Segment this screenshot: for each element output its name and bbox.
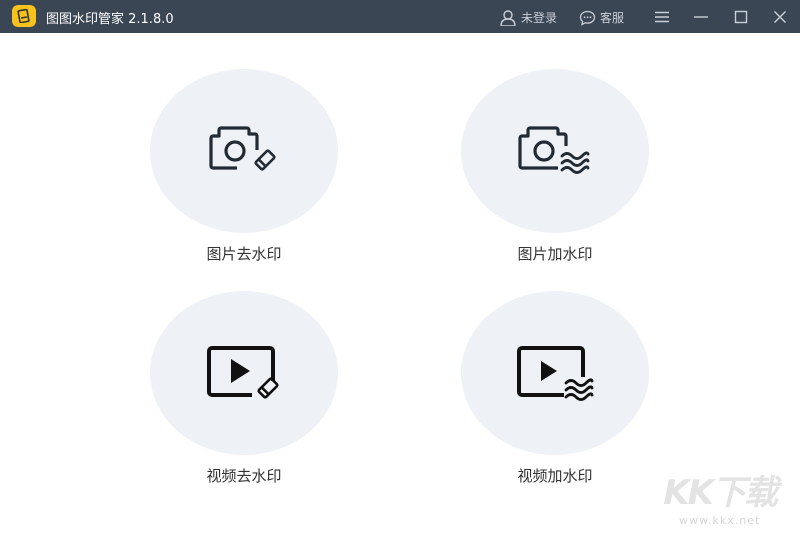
card-label: 视频加水印 (517, 467, 593, 485)
app-title: 图图水印管家 2.1.8.0 (46, 12, 174, 27)
card-circle (461, 291, 649, 455)
minimize-button[interactable] (690, 6, 712, 28)
card-label: 视频去水印 (206, 467, 282, 485)
user-icon (500, 9, 516, 26)
login-button[interactable]: 未登录 (499, 9, 557, 26)
chat-bubble-icon (579, 10, 596, 26)
maximize-icon (734, 10, 748, 24)
hamburger-menu-icon (655, 11, 669, 23)
image-add-watermark-card[interactable]: 图片加水印 (461, 69, 649, 264)
app-logo-icon (12, 5, 36, 27)
card-label: 图片去水印 (206, 245, 282, 263)
close-button[interactable] (769, 6, 791, 28)
camera-waves-icon (518, 126, 590, 174)
camera-eraser-icon (209, 126, 276, 171)
image-remove-watermark-card[interactable]: 图片去水印 (150, 69, 338, 264)
video-eraser-icon (207, 346, 279, 399)
watermark-url: www.kkx.net (679, 514, 761, 527)
video-add-watermark-card[interactable]: 视频加水印 (461, 291, 649, 486)
card-circle (150, 291, 338, 455)
maximize-button[interactable] (730, 6, 752, 28)
title-bar: 图图水印管家 2.1.8.0 未登录 客服 (0, 0, 800, 33)
site-watermark: KK下载 www.kkx.net (663, 465, 778, 527)
menu-button[interactable] (651, 6, 673, 28)
service-label: 客服 (600, 11, 625, 25)
video-remove-watermark-card[interactable]: 视频去水印 (150, 291, 338, 486)
login-label: 未登录 (521, 11, 558, 25)
watermark-brand: KK下载 (663, 473, 778, 513)
card-label: 图片加水印 (517, 245, 593, 263)
card-circle (461, 69, 649, 233)
video-waves-icon (517, 346, 594, 401)
customer-service-button[interactable]: 客服 (579, 9, 624, 26)
close-icon (774, 11, 786, 23)
minimize-icon (694, 16, 708, 18)
card-circle (150, 69, 338, 233)
